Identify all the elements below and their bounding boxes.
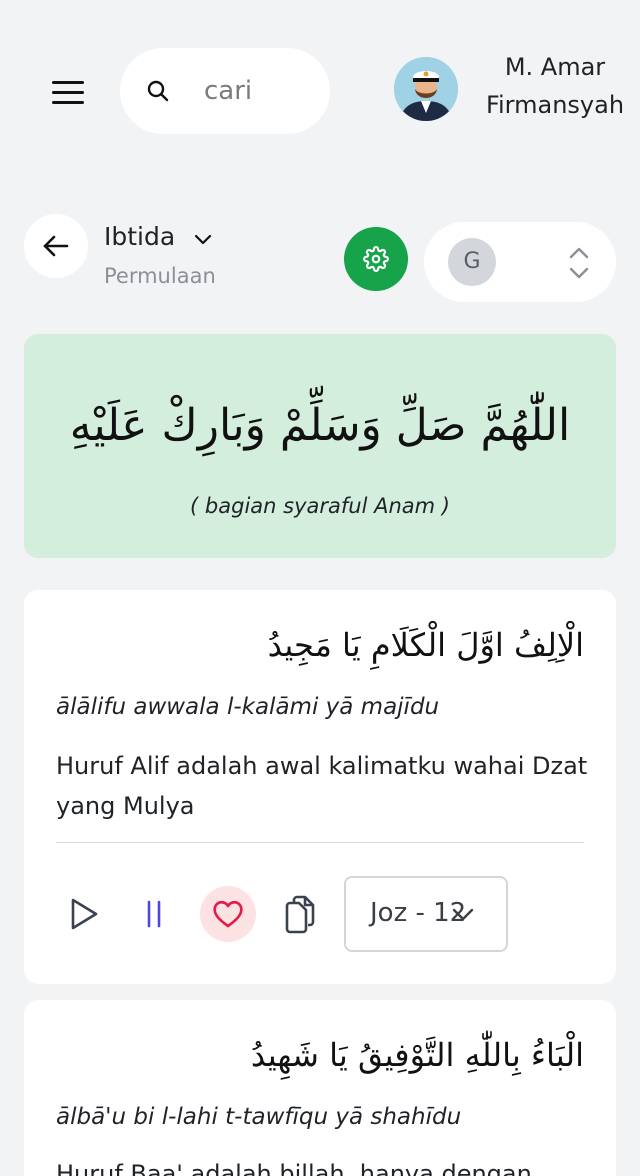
section-title[interactable]: Ibtida bbox=[104, 222, 175, 251]
pause-button[interactable] bbox=[142, 896, 166, 936]
verse-arabic: الْاِلِفُ اوَّلَ الْكَلَامِ يَا مَجِيدُ bbox=[267, 626, 584, 664]
select-initial: G bbox=[448, 238, 496, 286]
avatar[interactable] bbox=[394, 57, 458, 121]
settings-button[interactable] bbox=[344, 227, 408, 291]
verse-translation: Huruf Alif adalah awal kalimatku wahai D… bbox=[56, 752, 588, 820]
chevron-down-icon[interactable] bbox=[192, 228, 214, 250]
banner-caption: ( bagian syaraful Anam ) bbox=[190, 494, 450, 518]
salawat-banner: اللّٰهُمَّ صَلِّ وَسَلِّمْ وَبَارِكْ عَل… bbox=[24, 334, 616, 558]
heart-icon bbox=[213, 900, 243, 928]
arrow-left-icon bbox=[43, 235, 69, 257]
copy-icon bbox=[285, 895, 315, 934]
language-select[interactable]: G bbox=[424, 222, 616, 302]
favorite-button[interactable] bbox=[200, 886, 256, 942]
divider bbox=[56, 842, 584, 843]
verse-transliteration: ālālifu awwala l-kalāmi yā majīdu bbox=[56, 694, 440, 720]
verse-transliteration: ālbā'u bi l-lahi t-tawfīqu yā shahīdu bbox=[56, 1104, 462, 1130]
juz-select[interactable]: Joz - 12 bbox=[344, 876, 508, 952]
top-bar: M. Amar Firmansyah bbox=[0, 0, 640, 180]
avatar-image bbox=[394, 57, 458, 121]
user-name-line2: Firmansyah bbox=[485, 91, 625, 119]
chevron-down-icon bbox=[452, 908, 474, 921]
user-name: M. Amar Firmansyah bbox=[470, 48, 640, 124]
search-bar[interactable] bbox=[120, 48, 330, 134]
gear-icon bbox=[363, 246, 389, 272]
play-button[interactable] bbox=[68, 896, 100, 936]
hamburger-menu-icon[interactable] bbox=[48, 74, 88, 110]
verse-translation: Huruf Baa' adalah billah, hanya dengan bbox=[56, 1160, 532, 1176]
verse-arabic: الْبَاءُ بِاللّٰهِ التَّوْفِيقُ يَا شَهِ… bbox=[250, 1036, 584, 1074]
back-button[interactable] bbox=[24, 214, 88, 278]
search-input[interactable] bbox=[204, 72, 314, 110]
chevron-up-down-icon bbox=[569, 247, 589, 279]
banner-arabic-text: اللّٰهُمَّ صَلِّ وَسَلِّمْ وَبَارِكْ عَل… bbox=[69, 400, 571, 451]
play-icon bbox=[71, 898, 98, 930]
pause-icon bbox=[147, 900, 161, 928]
verse-card: الْبَاءُ بِاللّٰهِ التَّوْفِيقُ يَا شَهِ… bbox=[24, 1000, 616, 1176]
verse-card: الْاِلِفُ اوَّلَ الْكَلَامِ يَا مَجِيدُ … bbox=[24, 590, 616, 984]
user-name-line1: M. Amar bbox=[504, 53, 606, 81]
copy-button[interactable] bbox=[282, 894, 318, 938]
search-icon bbox=[147, 80, 169, 102]
section-subtitle: Permulaan bbox=[104, 264, 216, 288]
